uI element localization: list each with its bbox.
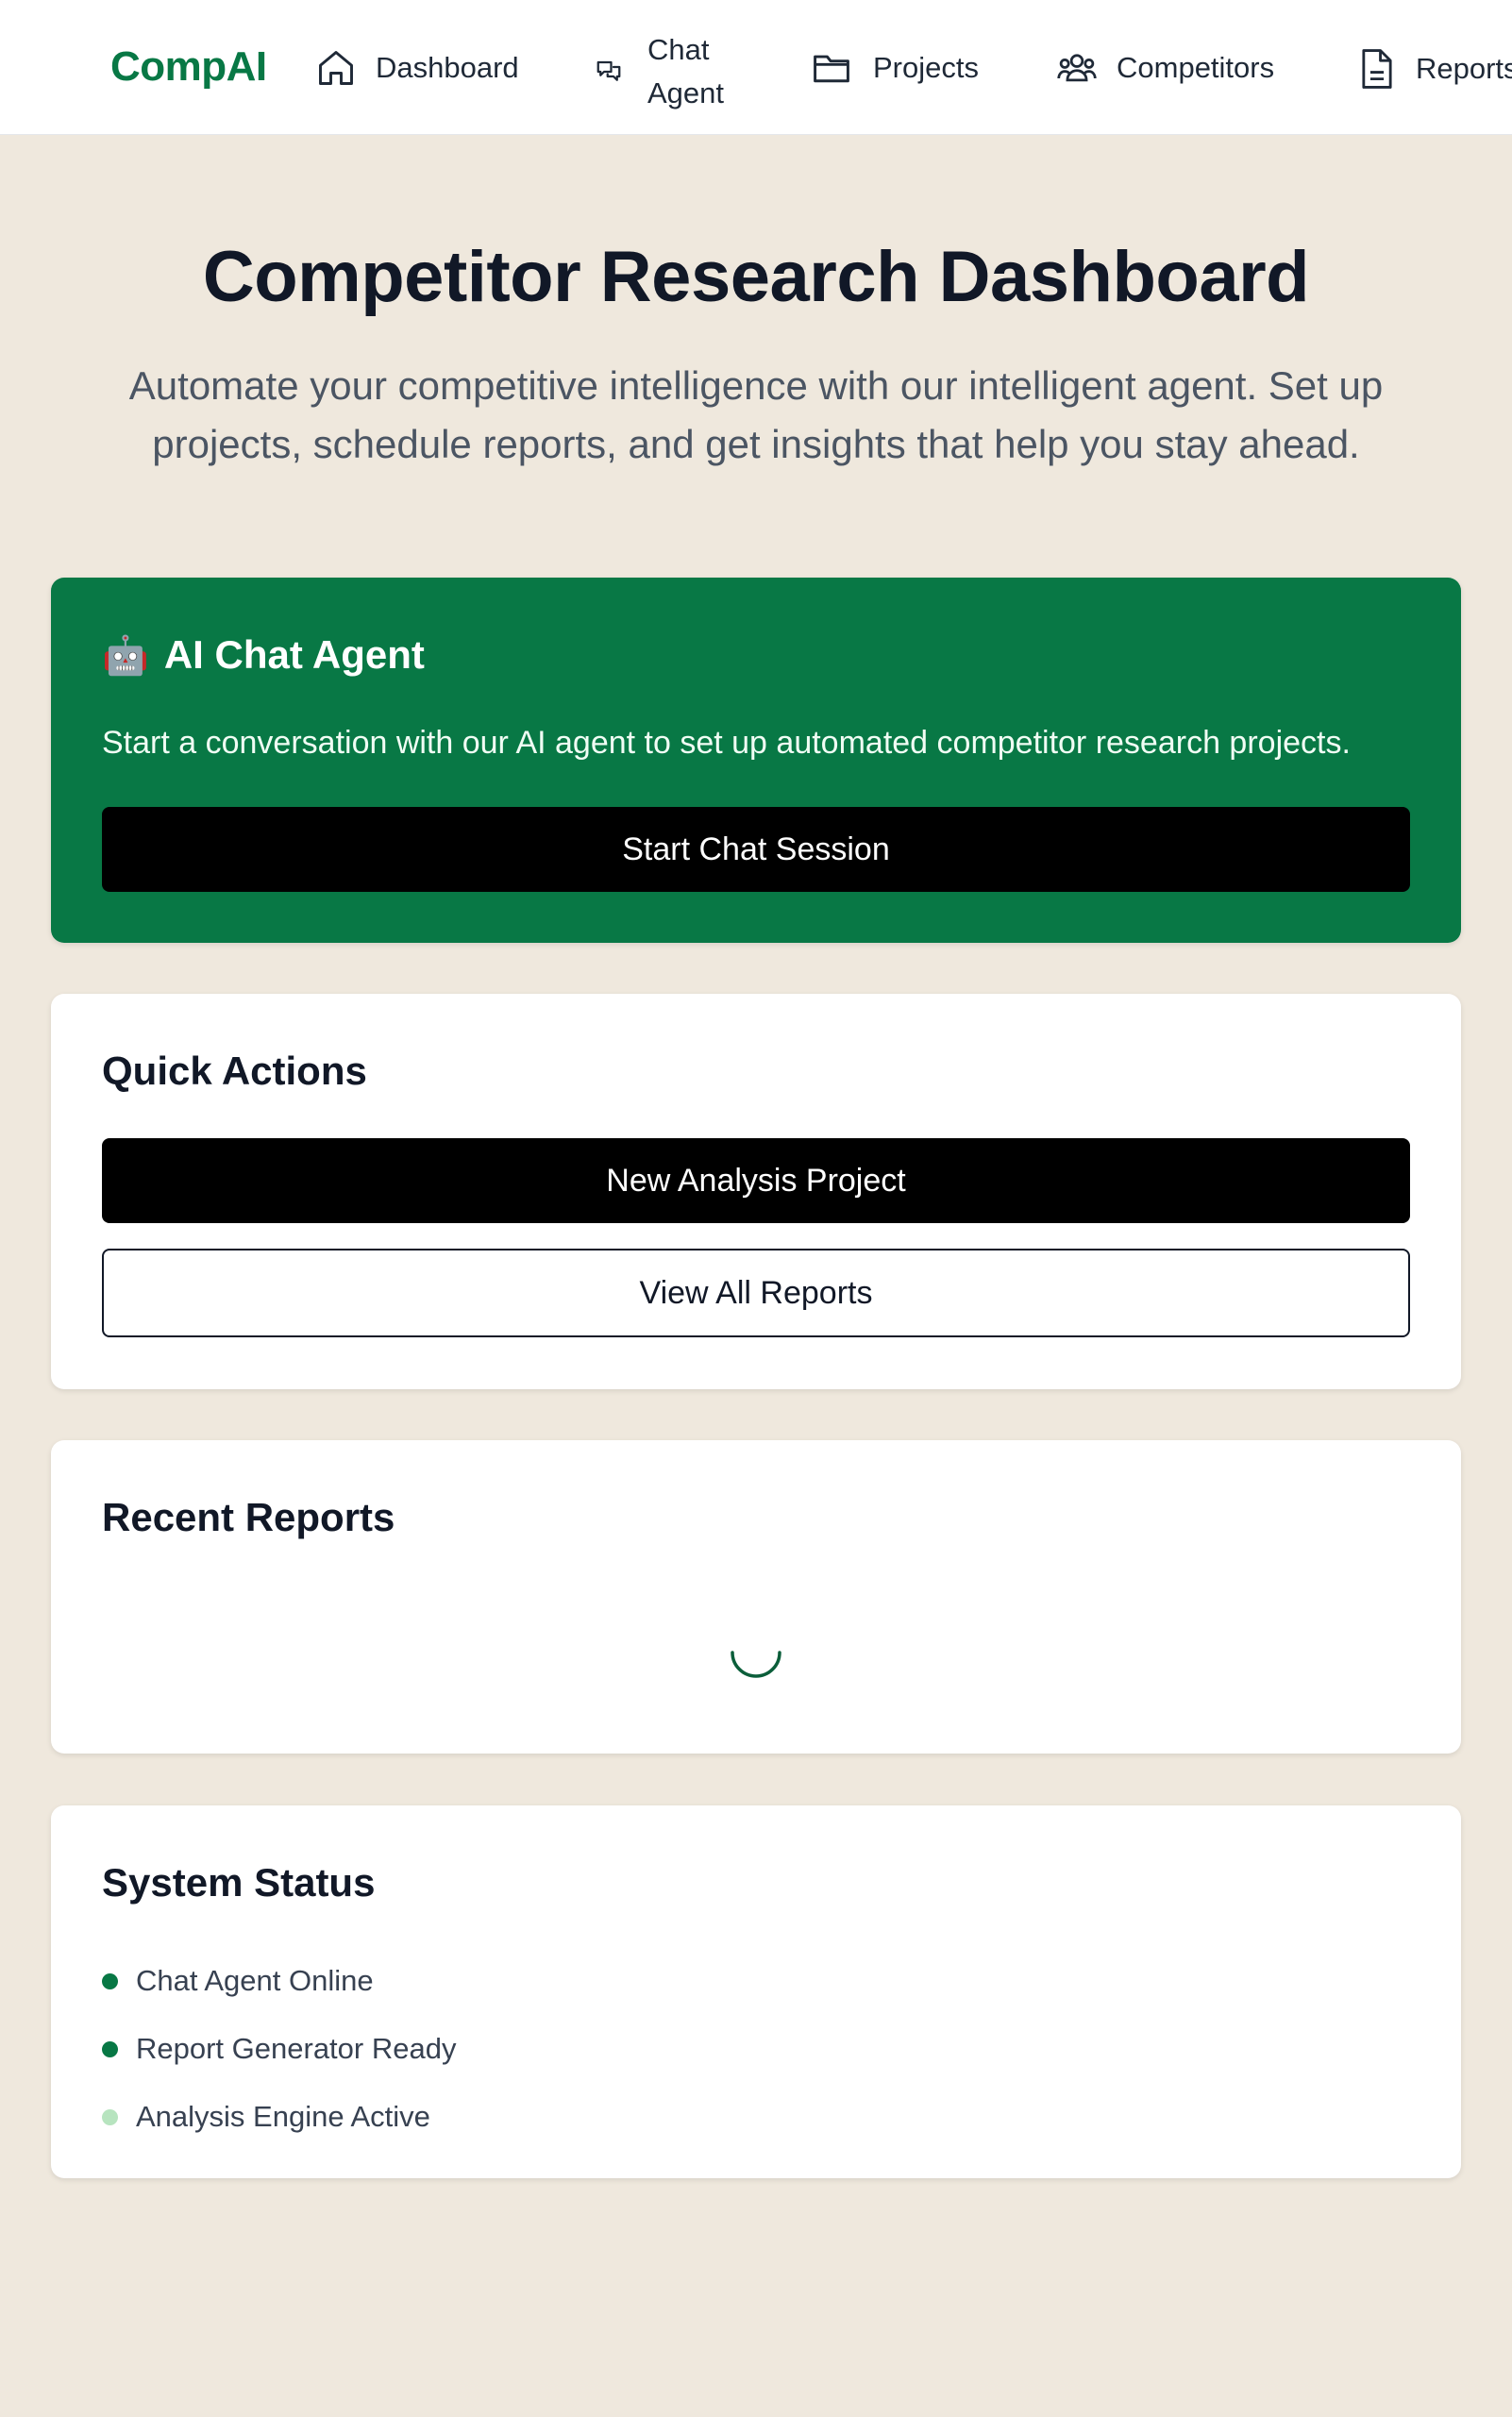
nav-competitors-label: Competitors: [1117, 51, 1275, 84]
status-item-analysis-engine: Analysis Engine Active: [102, 2083, 456, 2151]
users-icon: [1057, 54, 1097, 82]
nav-projects[interactable]: Projects: [811, 47, 979, 89]
robot-icon: 🤖: [102, 634, 149, 677]
system-status-title: System Status: [102, 1860, 376, 1905]
nav-competitors[interactable]: Competitors: [1056, 47, 1274, 89]
nav-dashboard[interactable]: Dashboard: [315, 47, 519, 89]
nav-chat-agent[interactable]: Chat Agent: [595, 28, 724, 115]
brand-logo[interactable]: CompAI: [110, 43, 267, 91]
document-icon: [1362, 49, 1392, 89]
view-all-reports-button[interactable]: View All Reports: [102, 1249, 1410, 1337]
nav-reports-label: Reports: [1416, 52, 1512, 85]
nav-chat-label-line2: Agent: [647, 76, 725, 109]
status-label: Chat Agent Online: [136, 1964, 374, 1997]
status-dot-icon: [102, 2108, 118, 2125]
status-label: Report Generator Ready: [136, 2032, 457, 2065]
ai-chat-card-title: 🤖 AI Chat Agent: [102, 632, 425, 678]
nav-reports[interactable]: Reports: [1357, 47, 1512, 91]
loading-spinner-icon: [731, 1651, 781, 1678]
quick-actions-title: Quick Actions: [102, 1049, 367, 1093]
folder-icon: [814, 55, 849, 83]
status-dot-icon: [102, 2040, 118, 2057]
ai-chat-card: 🤖 AI Chat Agent Start a conversation wit…: [51, 578, 1461, 943]
nav-projects-label: Projects: [873, 51, 979, 84]
recent-reports-title: Recent Reports: [102, 1495, 395, 1539]
page-title: Competitor Research Dashboard: [202, 237, 1310, 317]
home-icon: [319, 51, 353, 85]
page-subtitle: Automate your competitive intelligence w…: [128, 363, 1384, 466]
ai-chat-description: Start a conversation with our AI agent t…: [102, 725, 1351, 761]
recent-reports-card: Recent Reports: [51, 1440, 1461, 1754]
status-label: Analysis Engine Active: [136, 2100, 430, 2133]
top-nav: CompAI Dashboard Chat Agent Projects Com…: [0, 0, 1512, 135]
status-item-report-generator: Report Generator Ready: [102, 2015, 456, 2083]
start-chat-button[interactable]: Start Chat Session: [102, 807, 1410, 892]
ai-chat-title-text: AI Chat Agent: [163, 632, 425, 677]
status-item-chat-agent: Chat Agent Online: [102, 1947, 456, 2015]
quick-actions-card: Quick Actions New Analysis Project View …: [51, 994, 1461, 1389]
nav-dashboard-label: Dashboard: [376, 51, 519, 84]
chat-bubbles-icon: [596, 60, 621, 81]
nav-chat-label-line1: Chat: [647, 33, 710, 66]
status-list: Chat Agent Online Report Generator Ready…: [102, 1947, 456, 2151]
new-analysis-project-button[interactable]: New Analysis Project: [102, 1138, 1410, 1223]
system-status-card: System Status Chat Agent Online Report G…: [51, 1805, 1461, 2178]
status-dot-icon: [102, 1972, 118, 1989]
